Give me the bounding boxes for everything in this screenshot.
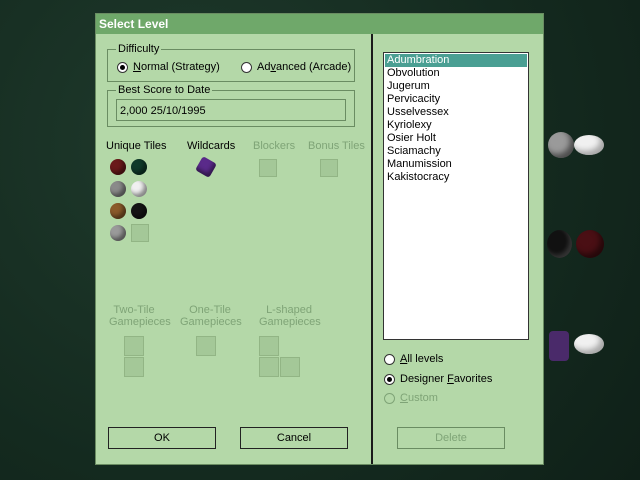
list-item[interactable]: Pervicacity [385, 93, 527, 106]
delete-button: Delete [397, 427, 505, 449]
advanced-radio-dot[interactable] [241, 61, 252, 73]
l-shaped-slot-top [259, 336, 279, 356]
two-tile-slot-top [124, 336, 144, 356]
list-item[interactable]: Kyriolexy [385, 119, 527, 132]
list-item[interactable]: Osier Holt [385, 132, 527, 145]
best-score-label: Best Score to Date [116, 84, 213, 96]
white-egg-tile[interactable] [131, 181, 147, 197]
l-shaped-gamepieces-label: L-shaped Gamepieces [259, 304, 321, 328]
best-score-group: Best Score to Date 2,000 25/10/1995 [107, 84, 355, 127]
blockers-slot [259, 159, 277, 177]
list-item[interactable]: Obvolution [385, 67, 527, 80]
red-gem-tile[interactable] [110, 159, 126, 175]
one-tile-gamepieces-label: One-Tile Gamepieces [180, 304, 242, 328]
list-item[interactable]: Kakistocracy [385, 171, 527, 184]
custom-radio: Custom [384, 392, 438, 404]
custom-radio-dot [384, 392, 395, 404]
empty-tile-slot [131, 224, 149, 242]
l-shaped-slot-bottom-left [259, 357, 279, 377]
background-silver-tile [548, 132, 574, 158]
list-item[interactable]: Usselvessex [385, 106, 527, 119]
difficulty-group: Difficulty Normal (Strategy) Advanced (A… [107, 43, 355, 82]
blockers-label: Blockers [253, 140, 296, 152]
two-tile-gamepieces-label: Two-Tile Gamepieces [109, 304, 171, 328]
level-list[interactable]: Adumbration Obvolution Jugerum Pervicaci… [383, 52, 529, 340]
bonus-tiles-slot [320, 159, 338, 177]
unique-tiles-label: Unique Tiles [106, 140, 167, 152]
wildcards-label: Wildcards [187, 140, 236, 152]
list-item[interactable]: Jugerum [385, 80, 527, 93]
bonus-tiles-label: Bonus Tiles [308, 140, 365, 152]
normal-strategy-radio[interactable]: Normal (Strategy) [117, 61, 220, 73]
difficulty-label: Difficulty [116, 43, 162, 55]
purple-crystal-tile[interactable] [195, 156, 217, 178]
all-levels-label: All levels [400, 353, 444, 365]
speckled-tile[interactable] [110, 225, 126, 241]
vertical-divider [371, 34, 373, 464]
list-item[interactable]: Sciamachy [385, 145, 527, 158]
silver-tile[interactable] [110, 181, 126, 197]
background-white-tile [574, 135, 604, 155]
brown-tile[interactable] [110, 203, 126, 219]
select-level-dialog: Select Level Difficulty Normal (Strategy… [95, 13, 544, 465]
one-tile-slot [196, 336, 216, 356]
two-tile-slot-bottom [124, 357, 144, 377]
all-levels-radio[interactable]: All levels [384, 353, 443, 365]
advanced-radio-label: Advanced (Arcade) [257, 61, 352, 73]
black-tile[interactable] [131, 203, 147, 219]
l-shaped-slot-bottom-right [280, 357, 300, 377]
best-score-value: 2,000 25/10/1995 [116, 99, 346, 121]
designer-favorites-label: Designer Favorites [400, 373, 493, 385]
normal-radio-label: Normal (Strategy) [133, 61, 220, 73]
normal-radio-dot[interactable] [117, 61, 128, 73]
ok-button[interactable]: OK [108, 427, 216, 449]
list-item[interactable]: Adumbration [385, 54, 527, 67]
background-black-tile [547, 230, 572, 258]
designer-favorites-radio[interactable]: Designer Favorites [384, 373, 492, 385]
background-purple-tile [549, 331, 569, 361]
all-levels-radio-dot[interactable] [384, 353, 395, 365]
cancel-button[interactable]: Cancel [240, 427, 348, 449]
advanced-arcade-radio[interactable]: Advanced (Arcade) [241, 61, 351, 73]
green-gem-tile[interactable] [131, 159, 147, 175]
dialog-title: Select Level [96, 14, 543, 34]
custom-label: Custom [400, 392, 438, 404]
list-item[interactable]: Manumission [385, 158, 527, 171]
background-red-tile [576, 230, 604, 258]
designer-favorites-radio-dot[interactable] [384, 373, 395, 385]
background-white-tile-2 [574, 334, 604, 354]
